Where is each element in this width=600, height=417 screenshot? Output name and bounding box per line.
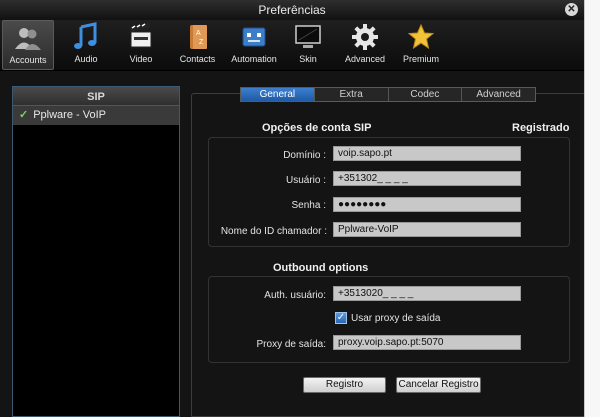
user-field[interactable]: +351302_ _ _ _ bbox=[333, 171, 521, 186]
music-note-icon bbox=[74, 22, 97, 49]
toolbar-label: Video bbox=[129, 54, 153, 64]
toolbar-label: Accounts bbox=[9, 55, 47, 65]
toolbar-automation[interactable]: Automation bbox=[227, 20, 281, 70]
password-field[interactable]: ●●●●●●●● bbox=[333, 197, 521, 212]
star-icon bbox=[407, 23, 435, 50]
title-bar: Preferências ✕ bbox=[0, 0, 584, 20]
registered-check-icon: ✓ bbox=[19, 109, 29, 121]
domain-field[interactable]: voip.sapo.pt bbox=[333, 146, 521, 161]
tab-codec[interactable]: Codec bbox=[389, 88, 463, 101]
accounts-icon bbox=[15, 28, 41, 50]
toolbar-video[interactable]: Video bbox=[115, 20, 167, 70]
auth-user-field[interactable]: +3513020_ _ _ _ bbox=[333, 286, 521, 301]
tab-extra[interactable]: Extra bbox=[315, 88, 389, 101]
toolbar-label: Advanced bbox=[344, 54, 386, 64]
toolbar-advanced[interactable]: Advanced bbox=[338, 20, 392, 70]
preferences-toolbar: Accounts Audio Video A Z Contacts Automa… bbox=[0, 20, 584, 71]
toolbar-label: Premium bbox=[402, 54, 439, 64]
toolbar-accounts[interactable]: Accounts bbox=[2, 20, 54, 70]
svg-text:Z: Z bbox=[199, 39, 204, 46]
proxy-label: Proxy de saída: bbox=[256, 339, 326, 350]
settings-tabs: General Extra Codec Advanced bbox=[240, 87, 536, 102]
tab-general[interactable]: General bbox=[241, 88, 315, 101]
tab-advanced[interactable]: Advanced bbox=[462, 88, 535, 101]
window-title: Preferências bbox=[258, 3, 326, 17]
address-book-icon: A Z bbox=[189, 25, 207, 49]
toolbar-premium[interactable]: Premium bbox=[395, 20, 447, 70]
background-window-edge bbox=[584, 0, 600, 417]
toolbar-skin[interactable]: Skin bbox=[283, 20, 333, 70]
use-proxy-checkbox[interactable]: ✓ bbox=[335, 312, 347, 324]
robot-icon bbox=[242, 27, 266, 47]
toolbar-audio[interactable]: Audio bbox=[60, 20, 112, 70]
use-proxy-label: Usar proxy de saída bbox=[351, 313, 441, 324]
caller-id-label: Nome do ID chamador : bbox=[220, 226, 327, 237]
monitor-icon bbox=[295, 25, 321, 48]
toolbar-label: Automation bbox=[231, 54, 277, 64]
toolbar-label: Skin bbox=[299, 54, 317, 64]
account-list: SIP ✓ Pplware - VoIP bbox=[12, 86, 180, 417]
toolbar-label: Audio bbox=[74, 54, 98, 64]
domain-label: Domínio : bbox=[283, 150, 326, 161]
account-item-label: Pplware - VoIP bbox=[33, 109, 106, 121]
sip-options-title: Opções de conta SIP bbox=[262, 122, 372, 134]
gear-icon bbox=[352, 24, 378, 50]
caller-id-field[interactable]: Pplware-VoIP bbox=[333, 222, 521, 237]
account-list-header: SIP bbox=[13, 87, 179, 106]
close-button[interactable]: ✕ bbox=[565, 3, 578, 16]
outbound-options-title: Outbound options bbox=[273, 262, 369, 274]
checkmark-icon: ✓ bbox=[336, 312, 346, 323]
account-item[interactable]: ✓ Pplware - VoIP bbox=[13, 106, 179, 125]
preferences-window: Preferências ✕ Accounts Audio Video A Z … bbox=[0, 0, 584, 417]
register-button[interactable]: Registro bbox=[303, 377, 386, 393]
registration-status: Registrado bbox=[512, 122, 570, 134]
proxy-field[interactable]: proxy.voip.sapo.pt:5070 bbox=[333, 335, 521, 350]
cancel-register-button[interactable]: Cancelar Registro bbox=[396, 377, 481, 393]
toolbar-contacts[interactable]: A Z Contacts bbox=[170, 20, 225, 70]
clapperboard-icon bbox=[128, 22, 152, 48]
auth-user-label: Auth. usuário: bbox=[264, 290, 326, 301]
close-icon: ✕ bbox=[567, 4, 576, 15]
svg-text:A: A bbox=[196, 30, 201, 37]
password-label: Senha : bbox=[291, 200, 326, 211]
user-label: Usuário : bbox=[285, 175, 326, 186]
toolbar-label: Contacts bbox=[179, 54, 216, 64]
